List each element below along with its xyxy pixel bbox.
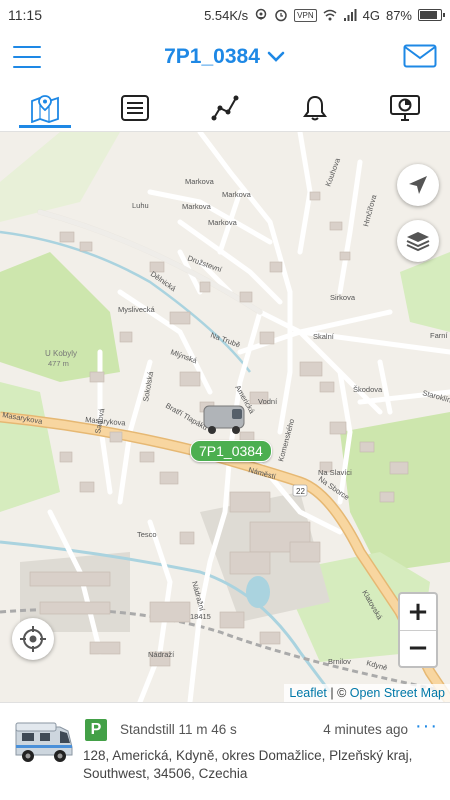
peak-name: U Kobyly	[45, 349, 77, 358]
chevron-down-icon	[267, 51, 285, 62]
standstill-status: Standstill 11 m 46 s	[120, 722, 237, 737]
street-label: Markova	[185, 177, 215, 186]
status-right-group: 5.54K/s VPN 4G 87%	[204, 7, 445, 23]
street-label: Nádraží	[148, 650, 175, 659]
zoom-out-button[interactable]: −	[400, 631, 436, 667]
tab-bar	[0, 84, 450, 132]
status-time: 11:15	[8, 7, 42, 23]
street-label: Tesco	[137, 530, 157, 539]
wifi-icon	[323, 9, 337, 21]
road-number: 22	[296, 487, 305, 496]
map-pin-icon	[31, 94, 59, 123]
street-label: Markova	[182, 202, 212, 211]
battery-icon	[418, 9, 445, 21]
last-update-time: 4 minutes ago	[323, 722, 408, 737]
street-label: Luhu	[132, 201, 149, 210]
bell-icon	[303, 95, 327, 120]
street-label: Myslivecká	[118, 305, 156, 314]
park-area-ne	[400, 252, 450, 332]
battery-percent: 87%	[385, 7, 412, 23]
tab-reports[interactable]	[360, 84, 450, 131]
hamburger-icon[interactable]	[13, 46, 41, 68]
street-label: Skalní	[313, 332, 335, 341]
street-label: Dělnická	[149, 269, 178, 293]
app-header: 7P1_0384	[0, 30, 450, 84]
street-label: Hrnčířova	[361, 193, 378, 228]
layers-icon[interactable]	[397, 220, 439, 262]
meadow-area-west	[0, 382, 60, 512]
tab-route[interactable]	[180, 84, 270, 131]
street-label: Vodní	[258, 397, 278, 406]
alarm-icon	[275, 9, 287, 22]
map-tiles[interactable]: MarkovaMarkovaMarkovaMarkovaDružstevníLu…	[0, 132, 450, 702]
street-label: Mlýnská	[169, 347, 199, 365]
tab-list[interactable]	[90, 84, 180, 131]
vehicle-map-label[interactable]: 7P1_0384	[190, 440, 272, 462]
vehicle-info-panel[interactable]: P Standstill 11 m 46 s 4 minutes ago ···…	[0, 702, 450, 800]
motorhome-icon	[15, 722, 73, 762]
tab-map[interactable]	[0, 84, 90, 131]
street-label: Náměstí	[247, 465, 277, 481]
street-label: Kouhova	[323, 156, 342, 188]
vehicle-marker-icon	[203, 405, 245, 434]
street-label: Škodova	[353, 385, 383, 394]
zoom-control: + −	[398, 592, 438, 668]
road-number-2: 18415	[190, 612, 211, 621]
street-label: Markova	[222, 190, 252, 199]
street-label: Farní	[430, 331, 448, 340]
street-label: Markova	[208, 218, 238, 227]
vpn-badge: VPN	[294, 8, 317, 22]
more-options-button[interactable]: ···	[415, 715, 438, 738]
peak-height: 477 m	[48, 359, 69, 368]
navigation-arrow-icon[interactable]	[397, 164, 439, 206]
pond	[246, 576, 270, 608]
signal-icon	[343, 9, 357, 21]
osm-link[interactable]: Open Street Map	[350, 686, 445, 700]
crosshair-locate-icon[interactable]	[12, 618, 54, 660]
street-label: Kdyně	[365, 658, 388, 672]
attribution-separator: | ©	[326, 686, 350, 700]
vehicle-selector[interactable]: 7P1_0384	[164, 45, 286, 69]
network-type: 4G	[362, 7, 380, 23]
street-label: Sokolská	[141, 370, 155, 402]
street-label: Sirkova	[330, 293, 356, 302]
list-icon	[121, 94, 149, 121]
tab-alerts[interactable]	[270, 84, 360, 131]
street-label: Na Slavíci	[318, 468, 352, 477]
street-label: Brnilov	[328, 657, 351, 666]
vehicle-address: 128, Americká, Kdyně, okres Domažlice, P…	[83, 748, 413, 781]
route-icon	[211, 95, 239, 120]
map-view[interactable]: Markova Markova Markova Markova Družstevní Lu…	[0, 132, 450, 702]
monitor-chart-icon	[390, 94, 420, 121]
location-icon	[255, 8, 267, 20]
network-speed: 5.54K/s	[204, 7, 249, 23]
field-area-nw	[0, 132, 120, 222]
parking-badge: P	[85, 719, 107, 741]
map-attribution: Leaflet | © Open Street Map	[284, 684, 450, 702]
battery-fill	[420, 11, 438, 19]
vehicle-title: 7P1_0384	[164, 45, 260, 68]
zoom-in-button[interactable]: +	[400, 594, 436, 631]
street-label: Na Trubě	[209, 330, 241, 349]
mail-icon[interactable]	[403, 44, 437, 68]
status-bar: 11:15 5.54K/s VPN 4G 87%	[0, 0, 450, 30]
leaflet-link[interactable]: Leaflet	[289, 686, 327, 700]
